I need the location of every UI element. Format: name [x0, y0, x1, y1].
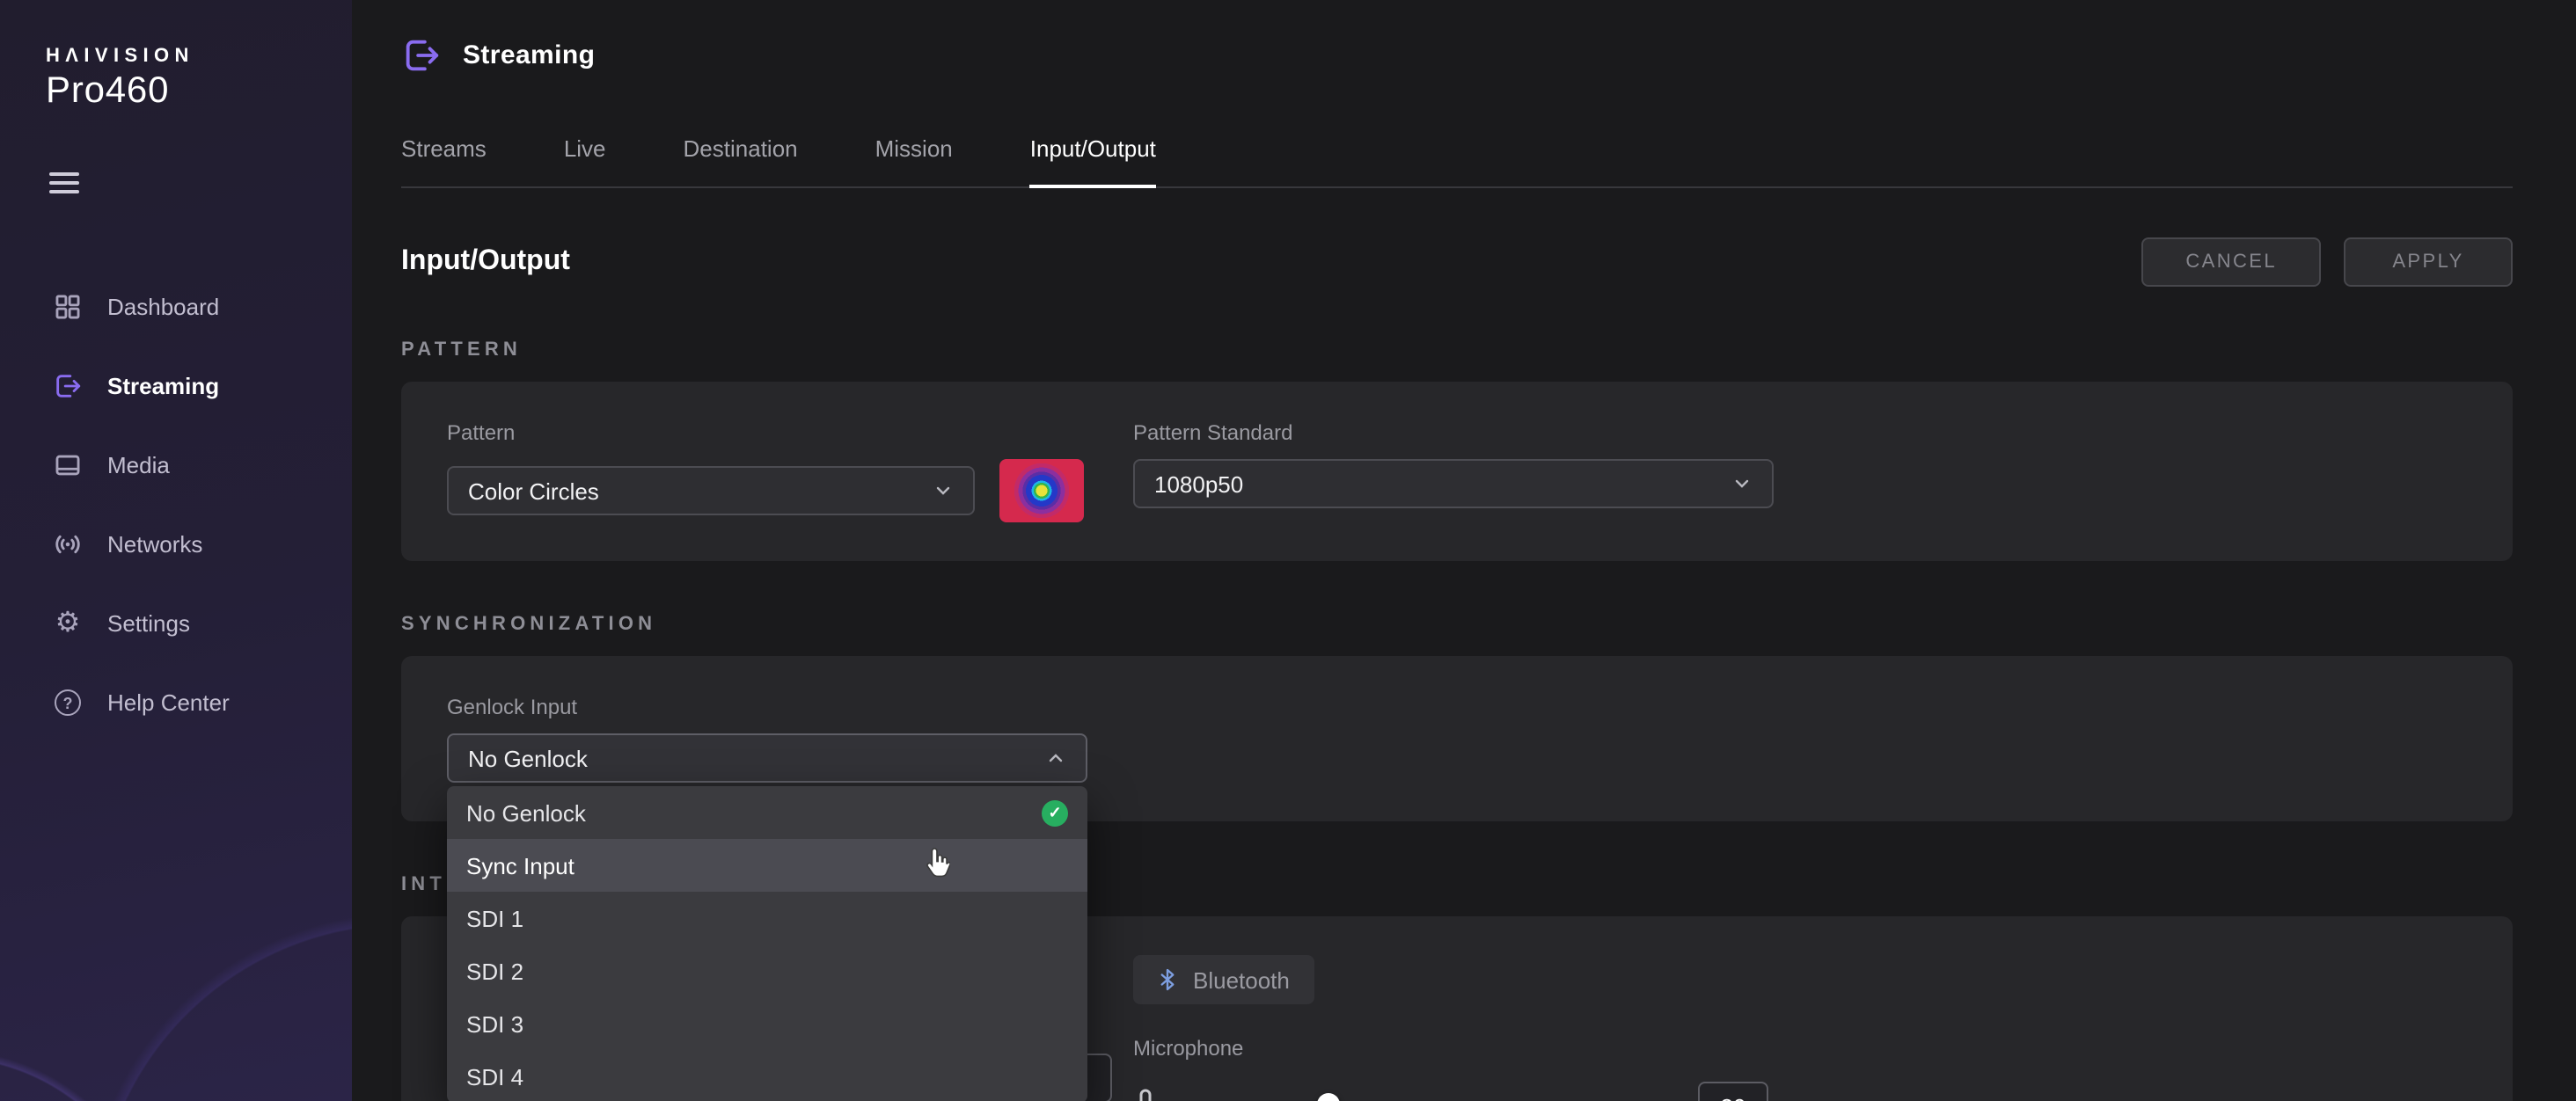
sync-section-label: SYNCHRONIZATION	[401, 614, 2513, 635]
selected-check-icon: ✓	[1042, 799, 1068, 826]
tab-live[interactable]: Live	[564, 135, 606, 186]
dropdown-option-no-genlock[interactable]: No Genlock ✓	[447, 786, 1087, 839]
sidebar-item-media[interactable]: Media	[0, 426, 352, 505]
page-head-row: Input/Output CANCEL APPLY	[401, 237, 2513, 287]
dropdown-option-sdi-3[interactable]: SDI 3	[447, 997, 1087, 1050]
sidebar-item-label: Networks	[107, 531, 202, 558]
gear-icon: ⚙	[53, 609, 83, 638]
sidebar-item-help-center[interactable]: ? Help Center	[0, 663, 352, 742]
genlock-input-label: Genlock Input	[447, 695, 2467, 719]
brand-model: Pro460	[46, 70, 352, 113]
sidebar-item-label: Dashboard	[107, 294, 219, 320]
sidebar-item-settings[interactable]: ⚙ Settings	[0, 584, 352, 663]
stream-out-icon	[401, 35, 442, 76]
sidebar-item-label: Settings	[107, 610, 190, 637]
genlock-dropdown-list: No Genlock ✓ Sync Input SDI 1 SDI 2 SDI …	[447, 786, 1087, 1101]
dropdown-option-sdi-4[interactable]: SDI 4	[447, 1050, 1087, 1101]
pattern-preview-thumbnail	[999, 459, 1084, 522]
broadcast-icon	[53, 529, 83, 559]
microphone-icon	[1133, 1089, 1158, 1101]
pattern-standard-select[interactable]: 1080p50	[1133, 459, 1774, 508]
chevron-up-icon	[1045, 747, 1066, 769]
tab-streams[interactable]: Streams	[401, 135, 487, 186]
dropdown-option-sync-input[interactable]: Sync Input	[447, 839, 1087, 892]
microphone-row: 0 100 30	[1133, 1082, 2467, 1101]
pattern-field: Pattern Color Circles	[447, 420, 1133, 522]
sidebar-item-label: Help Center	[107, 689, 230, 716]
pattern-panel: Pattern Color Circles Pattern Standard 1…	[401, 382, 2513, 561]
hamburger-menu-icon[interactable]	[49, 172, 79, 193]
pattern-standard-value: 1080p50	[1154, 470, 1243, 497]
mic-slider-knob[interactable]	[1316, 1092, 1339, 1101]
sidebar-item-label: Media	[107, 452, 170, 478]
dropdown-option-sdi-2[interactable]: SDI 2	[447, 944, 1087, 997]
tab-bar: Streams Live Destination Mission Input/O…	[401, 135, 2513, 188]
action-buttons: CANCEL APPLY	[2141, 237, 2513, 287]
sidebar-item-networks[interactable]: Networks	[0, 505, 352, 584]
cancel-button[interactable]: CANCEL	[2141, 237, 2321, 287]
app-section-title: Streaming	[463, 40, 595, 70]
app-root: HΛIVISION Pro460 Dashboard	[0, 0, 2576, 1101]
stream-out-icon	[53, 371, 83, 401]
apply-button[interactable]: APPLY	[2344, 237, 2513, 287]
pattern-select-value: Color Circles	[468, 478, 599, 504]
pattern-select[interactable]: Color Circles	[447, 466, 975, 515]
microphone-label: Microphone	[1133, 1036, 2467, 1061]
microphone-slider[interactable]: 0 100	[1177, 1082, 1679, 1101]
media-icon	[53, 450, 83, 480]
sidebar-item-dashboard[interactable]: Dashboard	[0, 267, 352, 346]
tab-mission[interactable]: Mission	[875, 135, 953, 186]
genlock-select-value: No Genlock	[468, 745, 588, 771]
sidebar-item-streaming[interactable]: Streaming	[0, 346, 352, 426]
bluetooth-label: Bluetooth	[1193, 966, 1290, 993]
bluetooth-icon	[1158, 967, 1177, 992]
brand-logo: HΛIVISION Pro460	[0, 0, 352, 113]
chevron-down-icon	[933, 480, 954, 501]
bluetooth-button[interactable]: Bluetooth	[1133, 955, 1314, 1004]
main-content: Streaming Streams Live Destination Missi…	[352, 0, 2576, 1101]
sidebar-nav: Dashboard Streaming Media	[0, 267, 352, 742]
sidebar: HΛIVISION Pro460 Dashboard	[0, 0, 352, 1101]
help-icon: ?	[53, 688, 83, 718]
microphone-value-box[interactable]: 30	[1698, 1082, 1768, 1101]
interfaces-right-column: Bluetooth Microphone 0	[1133, 955, 2467, 1101]
page-header: Streaming	[401, 0, 2513, 76]
tab-input-output[interactable]: Input/Output	[1030, 135, 1156, 188]
sidebar-item-label: Streaming	[107, 373, 219, 399]
sync-panel: Genlock Input No Genlock No Genlock ✓ Sy…	[401, 656, 2513, 821]
page-title: Input/Output	[401, 246, 570, 278]
tab-destination[interactable]: Destination	[684, 135, 798, 186]
grid-icon	[53, 292, 83, 322]
genlock-input-select[interactable]: No Genlock	[447, 733, 1087, 783]
pattern-label: Pattern	[447, 420, 1133, 445]
brand-name: HΛIVISION	[46, 46, 352, 67]
chevron-down-icon	[1731, 473, 1753, 494]
dropdown-option-sdi-1[interactable]: SDI 1	[447, 892, 1087, 944]
pattern-standard-field: Pattern Standard 1080p50	[1133, 420, 2467, 522]
pattern-standard-label: Pattern Standard	[1133, 420, 2467, 445]
pattern-section-label: PATTERN	[401, 339, 2513, 361]
